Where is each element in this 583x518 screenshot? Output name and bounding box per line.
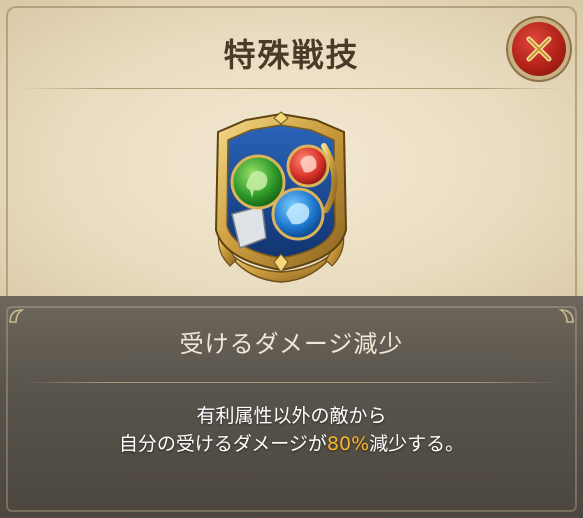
header-panel: 特殊戦技 [0, 0, 583, 298]
reduction-value: 80% [326, 433, 370, 455]
skill-description: 有利属性以外の敵から 自分の受けるダメージが80%減少する。 [0, 402, 583, 458]
close-x-icon [526, 36, 552, 62]
ornament-corner-icon [558, 309, 574, 323]
elemental-shield-badge-icon [206, 110, 356, 288]
ornament-corner-icon [9, 309, 25, 323]
close-button[interactable] [512, 22, 566, 76]
description-text-before: 自分の受けるダメージが [118, 433, 327, 455]
description-text-after: 減少する。 [369, 433, 465, 455]
dialog-title: 特殊戦技 [223, 36, 360, 74]
title-divider [20, 88, 563, 89]
skill-name: 受けるダメージ減少 [179, 330, 404, 358]
effect-divider [22, 382, 561, 383]
special-skill-dialog: 特殊戦技 受けるダメージ減少 有利属性以外の敵から 自分の受けるダメージが80%… [0, 0, 583, 518]
description-line-1: 有利属性以外の敵から [196, 405, 387, 427]
description-line-2: 自分の受けるダメージが80%減少する。 [0, 430, 583, 458]
